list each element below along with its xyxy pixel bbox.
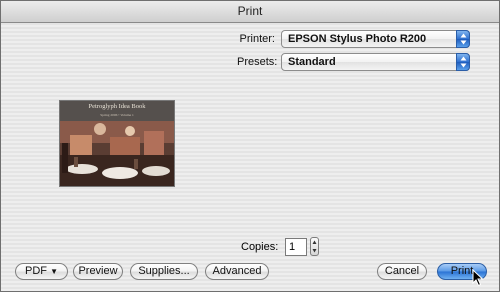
cancel-button[interactable]: Cancel [377,263,427,280]
print-dialog: Print Printer: EPSON Stylus Photo R200 P… [0,0,500,292]
presets-value: Standard [288,56,336,68]
pdf-button[interactable]: PDF ▼ [15,263,68,280]
preview-button[interactable]: Preview [73,263,123,280]
pdf-button-label: PDF [25,265,47,277]
supplies-button[interactable]: Supplies... [130,263,198,280]
stepper-arrows-icon [312,240,317,253]
popup-arrows-icon [456,53,470,71]
mouse-pointer-icon [472,269,484,287]
preview-book-subtitle: Spring 2006 • Volume 1 [100,113,134,117]
preview-banner: Petroglyph Idea Book Spring 2006 • Volum… [60,101,174,121]
advanced-button[interactable]: Advanced [205,263,269,280]
copies-input[interactable]: 1 [285,238,307,256]
page-preview: Petroglyph Idea Book Spring 2006 • Volum… [59,100,175,187]
popup-arrows-icon [456,30,470,48]
printer-popup[interactable]: EPSON Stylus Photo R200 [281,30,470,48]
dropdown-arrow-icon: ▼ [50,267,58,276]
presets-popup[interactable]: Standard [281,53,470,71]
printer-value: EPSON Stylus Photo R200 [288,33,427,45]
copies-label: Copies: [241,241,279,253]
presets-label: Presets: [237,56,278,68]
preview-book-title: Petroglyph Idea Book [88,103,146,110]
preview-photo-image [60,121,174,186]
copies-stepper[interactable] [310,237,319,256]
dialog-title: Print [1,1,499,23]
printer-label: Printer: [239,33,275,45]
